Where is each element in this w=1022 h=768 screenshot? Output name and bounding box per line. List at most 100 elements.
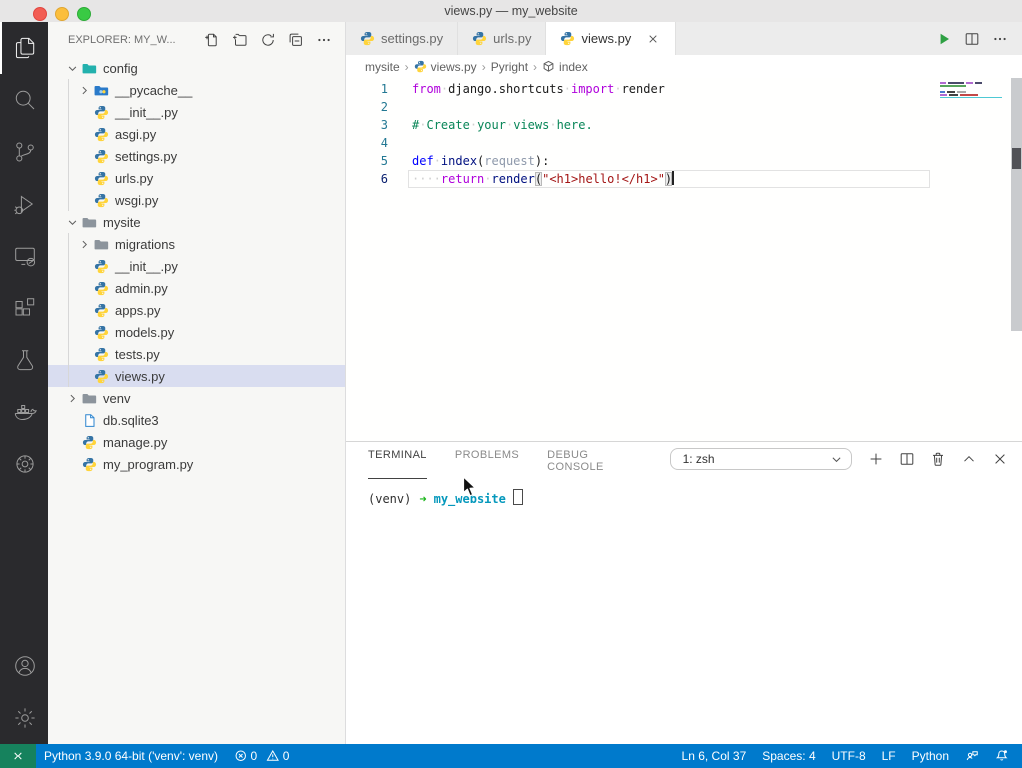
eol-status[interactable]: LF bbox=[874, 744, 904, 768]
activity-docker[interactable] bbox=[0, 386, 48, 438]
code-line-4[interactable]: 4 bbox=[346, 134, 1022, 152]
activity-extensions[interactable] bbox=[0, 282, 48, 334]
breadcrumb-index[interactable]: index bbox=[542, 60, 588, 74]
remote-explorer-icon bbox=[13, 244, 37, 268]
new-terminal-button[interactable] bbox=[868, 451, 884, 467]
editor-scrollbar[interactable] bbox=[1011, 78, 1022, 331]
minimize-window-button[interactable] bbox=[55, 7, 69, 21]
refresh-explorer-button[interactable] bbox=[257, 29, 279, 51]
activity-source-control[interactable] bbox=[0, 126, 48, 178]
tree-item-settings.py[interactable]: settings.py bbox=[48, 145, 345, 167]
tree-item-wsgi.py[interactable]: wsgi.py bbox=[48, 189, 345, 211]
line-content bbox=[388, 134, 412, 152]
tree-item-mysite[interactable]: mysite bbox=[48, 211, 345, 233]
tree-item-my_program.py[interactable]: my_program.py bbox=[48, 453, 345, 475]
notifications-status[interactable] bbox=[987, 744, 1017, 768]
maximize-panel-button[interactable] bbox=[961, 451, 977, 467]
activity-remote-explorer[interactable] bbox=[0, 230, 48, 282]
scrollbar-thumb[interactable] bbox=[1012, 148, 1021, 169]
tree-item-apps.py[interactable]: apps.py bbox=[48, 299, 345, 321]
file-label: asgi.py bbox=[115, 127, 156, 142]
new-file-button[interactable] bbox=[201, 29, 223, 51]
tree-item-urls.py[interactable]: urls.py bbox=[48, 167, 345, 189]
indent-spacer bbox=[76, 258, 92, 274]
code-line-5[interactable]: 5def·index(request): bbox=[346, 152, 1022, 170]
tree-item-tests.py[interactable]: tests.py bbox=[48, 343, 345, 365]
breadcrumb-Pyright[interactable]: Pyright bbox=[491, 60, 528, 74]
terminal-cwd: my_website bbox=[434, 492, 506, 506]
split-editor-button[interactable] bbox=[964, 31, 980, 47]
panel-tab-problems[interactable]: PROBLEMS bbox=[455, 440, 519, 479]
panel-tab-debug-console[interactable]: DEBUG CONSOLE bbox=[547, 440, 641, 479]
python-interpreter-status[interactable]: Python 3.9.0 64-bit ('venv': venv) bbox=[36, 744, 226, 768]
terminal-selector-dropdown[interactable]: 1: zsh bbox=[670, 448, 852, 470]
warning-icon bbox=[266, 749, 280, 763]
code-line-2[interactable]: 2 bbox=[346, 98, 1022, 116]
tree-item-__pycache__[interactable]: __pycache__ bbox=[48, 79, 345, 101]
indentation-status[interactable]: Spaces: 4 bbox=[754, 744, 823, 768]
run-python-file-button[interactable] bbox=[936, 31, 952, 47]
new-folder-button[interactable] bbox=[229, 29, 251, 51]
tree-item-manage.py[interactable]: manage.py bbox=[48, 431, 345, 453]
close-panel-button[interactable] bbox=[992, 451, 1008, 467]
activity-accounts[interactable] bbox=[0, 640, 48, 692]
bell-icon bbox=[995, 749, 1009, 763]
tree-item-asgi.py[interactable]: asgi.py bbox=[48, 123, 345, 145]
zoom-window-button[interactable] bbox=[77, 7, 91, 21]
activity-run-debug[interactable] bbox=[0, 178, 48, 230]
language-mode-status[interactable]: Python bbox=[904, 744, 957, 768]
activity-testing[interactable] bbox=[0, 334, 48, 386]
chevron-down-icon bbox=[830, 453, 843, 466]
folder-python-icon bbox=[92, 82, 110, 98]
chevron-right-icon bbox=[64, 390, 80, 406]
tree-item-migrations[interactable]: migrations bbox=[48, 233, 345, 255]
terminal-selector-value: 1: zsh bbox=[683, 452, 830, 466]
activity-settings[interactable] bbox=[0, 692, 48, 744]
python-icon bbox=[414, 60, 427, 73]
editor-group: settings.pyurls.pyviews.py mysite›views.… bbox=[346, 22, 1022, 744]
code-line-6[interactable]: 6····return·render("<h1>hello!</h1>") bbox=[346, 170, 1022, 188]
feedback-status[interactable] bbox=[957, 744, 987, 768]
close-window-button[interactable] bbox=[33, 7, 47, 21]
file-label: venv bbox=[103, 391, 130, 406]
remote-indicator[interactable] bbox=[0, 744, 36, 768]
kill-terminal-button[interactable] bbox=[930, 451, 946, 467]
tab-urls.py[interactable]: urls.py bbox=[458, 22, 546, 55]
split-terminal-button[interactable] bbox=[899, 451, 915, 467]
tree-item-db.sqlite3[interactable]: db.sqlite3 bbox=[48, 409, 345, 431]
terminal-cursor bbox=[513, 489, 523, 505]
breadcrumb-label: mysite bbox=[365, 60, 400, 74]
activity-plugin[interactable] bbox=[0, 438, 48, 490]
tab-label: settings.py bbox=[381, 31, 443, 46]
tree-item-models.py[interactable]: models.py bbox=[48, 321, 345, 343]
panel-tab-terminal[interactable]: TERMINAL bbox=[368, 440, 427, 479]
more-editor-actions-button[interactable] bbox=[992, 31, 1008, 47]
tree-item-views.py[interactable]: views.py bbox=[48, 365, 345, 387]
file-label: settings.py bbox=[115, 149, 177, 164]
tree-item-__init__.py[interactable]: __init__.py bbox=[48, 255, 345, 277]
activity-search[interactable] bbox=[0, 74, 48, 126]
more-actions-button[interactable] bbox=[313, 29, 335, 51]
close-tab-icon[interactable] bbox=[645, 31, 661, 47]
code-line-3[interactable]: 3#·Create·your·views·here. bbox=[346, 116, 1022, 134]
terminal-content[interactable]: (venv)➜my_website bbox=[346, 476, 1022, 506]
collapse-folders-button[interactable] bbox=[285, 29, 307, 51]
code-line-1[interactable]: 1from·django.shortcuts·import·render bbox=[346, 80, 1022, 98]
cursor-position-status[interactable]: Ln 6, Col 37 bbox=[674, 744, 755, 768]
python-icon bbox=[92, 302, 110, 318]
tree-item-venv[interactable]: venv bbox=[48, 387, 345, 409]
tree-item-admin.py[interactable]: admin.py bbox=[48, 277, 345, 299]
breadcrumb-views.py[interactable]: views.py bbox=[414, 60, 477, 74]
encoding-status[interactable]: UTF-8 bbox=[824, 744, 874, 768]
minimap[interactable] bbox=[940, 82, 1006, 99]
tree-item-config[interactable]: config bbox=[48, 57, 345, 79]
panel-header: TERMINAL PROBLEMS DEBUG CONSOLE 1: zsh bbox=[346, 442, 1022, 476]
breadcrumb-mysite[interactable]: mysite bbox=[365, 60, 400, 74]
file-label: apps.py bbox=[115, 303, 161, 318]
tab-settings.py[interactable]: settings.py bbox=[346, 22, 458, 55]
code-editor[interactable]: 1from·django.shortcuts·import·render23#·… bbox=[346, 78, 1022, 441]
problems-status[interactable]: 0 0 bbox=[226, 744, 303, 768]
tab-views.py[interactable]: views.py bbox=[546, 22, 676, 55]
tree-item-__init__.py[interactable]: __init__.py bbox=[48, 101, 345, 123]
activity-explorer[interactable] bbox=[0, 22, 48, 74]
